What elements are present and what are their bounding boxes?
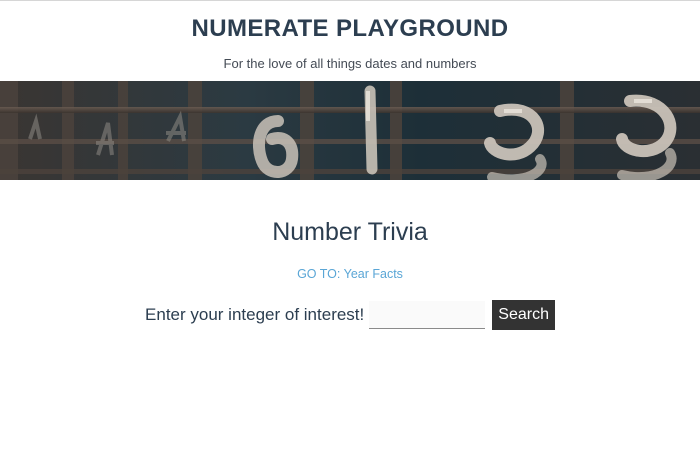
site-header: NUMERATE PLAYGROUND For the love of all … bbox=[0, 1, 700, 81]
number-tiles-banner-image bbox=[0, 81, 700, 180]
banner-image bbox=[0, 81, 700, 180]
goto-year-facts-link[interactable]: GO TO: Year Facts bbox=[297, 267, 403, 282]
page: NUMERATE PLAYGROUND For the love of all … bbox=[0, 0, 700, 450]
search-form: Enter your integer of interest! Search bbox=[0, 299, 700, 331]
search-label: Enter your integer of interest! bbox=[145, 305, 365, 324]
site-title: NUMERATE PLAYGROUND bbox=[191, 15, 509, 42]
site-tagline: For the love of all things dates and num… bbox=[223, 56, 477, 71]
search-button[interactable]: Search bbox=[492, 300, 555, 330]
section-title: Number Trivia bbox=[272, 218, 428, 246]
main-content: Number Trivia GO TO: Year Facts Enter yo… bbox=[0, 217, 700, 331]
integer-input[interactable] bbox=[369, 301, 486, 329]
